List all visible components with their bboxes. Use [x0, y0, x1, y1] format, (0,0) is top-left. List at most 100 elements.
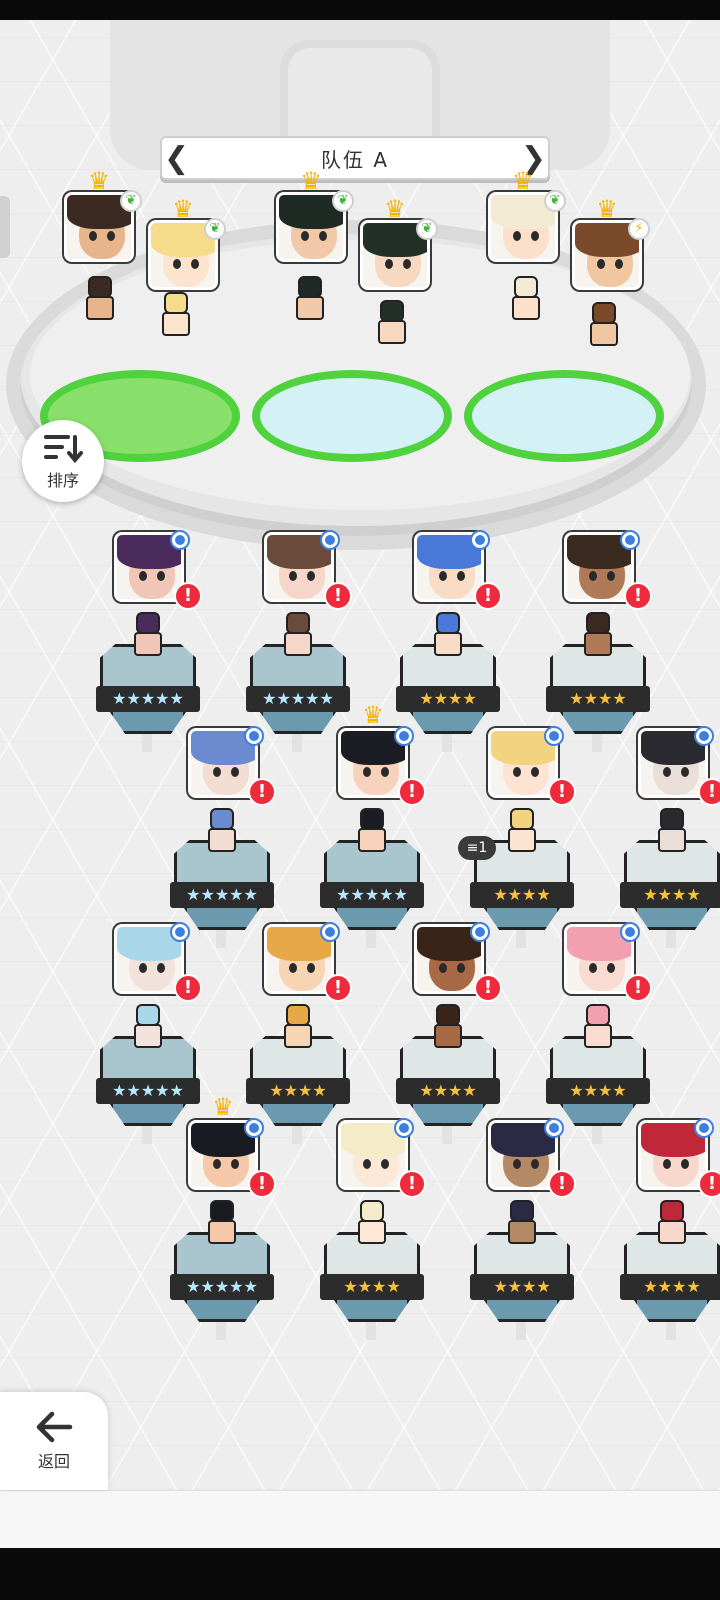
- portrait-eye: [615, 259, 623, 269]
- character-sprite: [352, 1200, 392, 1244]
- navigation-bar: [0, 1548, 720, 1600]
- pedestal-base: [410, 712, 486, 734]
- portrait-eye: [307, 571, 315, 581]
- character-sprite: [352, 808, 392, 852]
- leaf-element-icon: ❦: [204, 218, 226, 240]
- star-rating: ★★★★: [620, 1274, 720, 1300]
- sprite-body: [508, 828, 536, 852]
- new-indicator-icon: [694, 726, 714, 746]
- pedestal-base: [184, 1300, 260, 1322]
- character-sprite: [80, 276, 120, 320]
- sprite-head: [88, 276, 112, 298]
- star-rating: ★★★★★: [320, 882, 424, 908]
- new-indicator-icon: [620, 922, 640, 942]
- sprite-head: [210, 808, 234, 830]
- sprite-body: [208, 828, 236, 852]
- portrait-eye: [531, 767, 539, 777]
- character-pedestal: ★★★★: [396, 1036, 500, 1132]
- alert-icon: !: [248, 1170, 276, 1198]
- alert-icon: !: [324, 582, 352, 610]
- portrait-eye: [157, 571, 165, 581]
- new-indicator-icon: [320, 922, 340, 942]
- alert-icon: !: [624, 582, 652, 610]
- sort-button[interactable]: 排序: [22, 420, 104, 502]
- pedestal-base: [260, 712, 336, 734]
- character-pedestal: ★★★★: [546, 1036, 650, 1132]
- portrait-eye: [681, 1159, 689, 1169]
- portrait-eye: [385, 259, 393, 269]
- team-title: 队伍 A: [320, 147, 390, 172]
- character-sprite: [428, 612, 468, 656]
- sprite-body: [134, 1024, 162, 1048]
- pedestal-base: [484, 1300, 560, 1322]
- pedestal-base: [110, 712, 186, 734]
- status-bar: [0, 0, 720, 20]
- portrait-eye: [403, 259, 411, 269]
- sprite-head: [592, 302, 616, 324]
- sprite-head: [586, 612, 610, 634]
- character-pedestal: ★★★★: [620, 840, 720, 936]
- star-rating: ★★★★: [396, 686, 500, 712]
- character-sprite: [128, 1004, 168, 1048]
- crown-icon: ♛: [596, 195, 618, 223]
- portrait-eye: [607, 571, 615, 581]
- portrait-eye: [513, 1159, 521, 1169]
- portrait-eye: [289, 963, 297, 973]
- sprite-body: [434, 632, 462, 656]
- side-tab-handle[interactable]: [0, 196, 10, 258]
- portrait-eye: [531, 1159, 539, 1169]
- sprite-head: [360, 808, 384, 830]
- character-sprite: [290, 276, 330, 320]
- portrait-eye: [607, 963, 615, 973]
- portrait-eye: [457, 963, 465, 973]
- character-sprite: [202, 808, 242, 852]
- new-indicator-icon: [170, 530, 190, 550]
- alert-icon: !: [398, 1170, 426, 1198]
- character-sprite: [428, 1004, 468, 1048]
- pedestal-base: [484, 908, 560, 930]
- portrait-eye: [663, 767, 671, 777]
- alert-icon: !: [624, 974, 652, 1002]
- star-rating: ★★★★: [546, 1078, 650, 1104]
- portrait-eye: [289, 571, 297, 581]
- arena-gate: [280, 40, 440, 150]
- pedestal-base: [560, 1104, 636, 1126]
- new-indicator-icon: [320, 530, 340, 550]
- star-rating: ★★★★: [320, 1274, 424, 1300]
- star-rating: ★★★★: [620, 882, 720, 908]
- pedestal-base: [260, 1104, 336, 1126]
- sprite-head: [660, 1200, 684, 1222]
- new-indicator-icon: [470, 530, 490, 550]
- sprite-head: [660, 808, 684, 830]
- pedestal-base: [634, 908, 710, 930]
- new-indicator-icon: [620, 530, 640, 550]
- sprite-head: [136, 1004, 160, 1026]
- crown-icon: ♛: [212, 1093, 234, 1121]
- portrait-eye: [231, 767, 239, 777]
- sprite-head: [380, 300, 404, 322]
- leaf-element-icon: ❦: [416, 218, 438, 240]
- new-indicator-icon: [694, 1118, 714, 1138]
- sort-label: 排序: [46, 471, 79, 490]
- portrait-eye: [307, 963, 315, 973]
- character-pedestal: ★★★★★: [320, 840, 424, 936]
- portrait-eye: [107, 231, 115, 241]
- character-sprite: [506, 276, 546, 320]
- sprite-head: [514, 276, 538, 298]
- portrait-eye: [513, 231, 521, 241]
- portrait-eye: [213, 767, 221, 777]
- sort-icon: [44, 435, 83, 464]
- character-pedestal: ★★★★★: [246, 644, 350, 740]
- portrait-eye: [681, 767, 689, 777]
- pedestal-base: [334, 1300, 410, 1322]
- sprite-head: [286, 612, 310, 634]
- character-pedestal: ★★★★: [246, 1036, 350, 1132]
- pedestal-base: [334, 908, 410, 930]
- portrait-eye: [139, 571, 147, 581]
- prev-team-arrow-icon[interactable]: ❮: [164, 142, 189, 176]
- crown-icon: ♛: [362, 701, 384, 729]
- sprite-head: [286, 1004, 310, 1026]
- character-sprite: [156, 292, 196, 336]
- alert-icon: !: [248, 778, 276, 806]
- back-button[interactable]: 返回: [0, 1392, 108, 1490]
